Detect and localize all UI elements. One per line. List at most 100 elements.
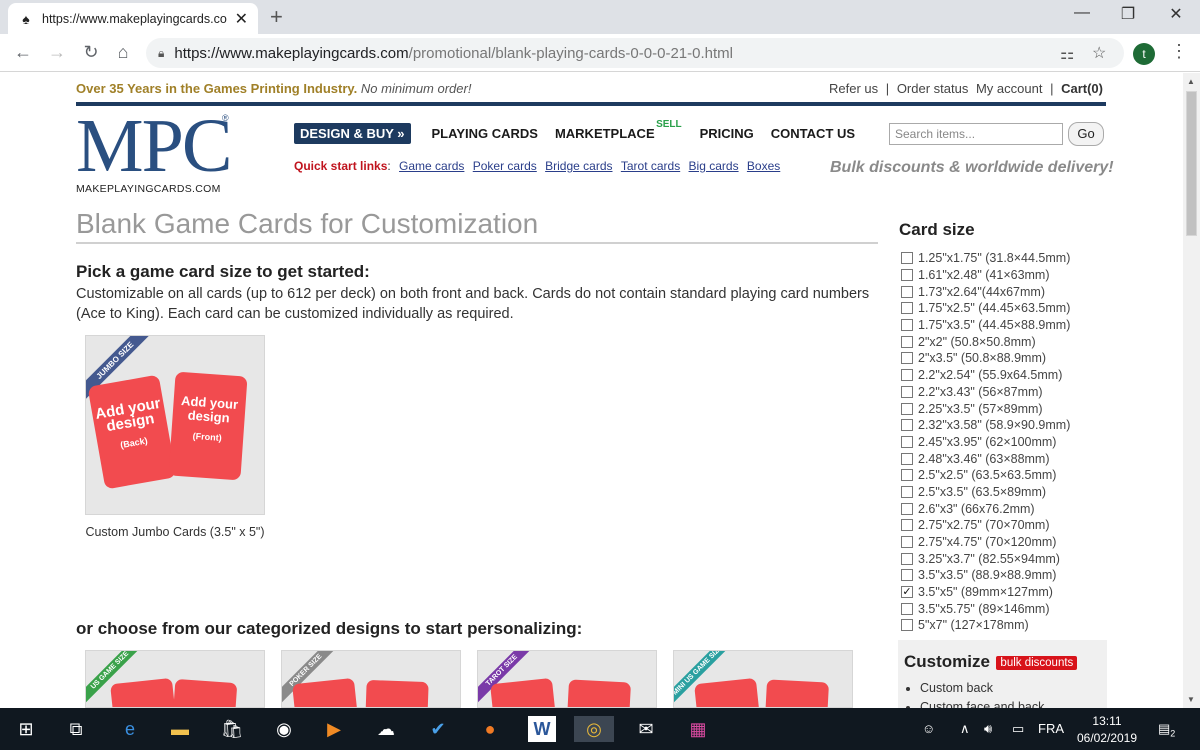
back-icon[interactable]: ← — [12, 42, 34, 63]
volume-icon[interactable]: 🔊︎ — [984, 721, 992, 737]
card-size-option[interactable]: 2.48"x3.46" (63×88mm) — [901, 450, 1070, 467]
category-thumbnail[interactable]: TAROT SIZE — [477, 650, 657, 708]
card-size-option[interactable]: 1.25"x1.75" (31.8×44.5mm) — [901, 250, 1070, 267]
close-tab-icon[interactable]: ✕ — [235, 9, 248, 29]
forward-icon[interactable]: → — [46, 42, 68, 63]
customize-item-custom-back[interactable]: Custom back — [920, 679, 1101, 698]
checkbox[interactable] — [901, 319, 913, 332]
refer-us-link[interactable]: Refer us — [829, 81, 878, 96]
checkbox[interactable] — [901, 369, 913, 382]
new-tab-button[interactable]: + — [270, 4, 283, 30]
card-size-option[interactable]: 2.75"x4.75" (70×120mm) — [901, 534, 1070, 551]
card-size-option[interactable]: 2.6"x3" (66x76.2mm) — [901, 500, 1070, 517]
address-bar[interactable]: 🔒︎ https://www.makeplayingcards.com/prom… — [146, 38, 1124, 68]
checkbox[interactable] — [901, 452, 913, 465]
restore-icon[interactable]: ❐ — [1108, 4, 1148, 24]
store-icon[interactable]: 🛍︎ — [218, 716, 246, 742]
checkbox[interactable] — [901, 402, 913, 415]
page-scrollbar[interactable]: ▲ ▼ — [1183, 73, 1200, 708]
card-size-option[interactable]: 1.61"x2.48" (41×63mm) — [901, 267, 1070, 284]
checkbox[interactable] — [901, 252, 913, 265]
checkbox[interactable] — [901, 385, 913, 398]
quick-link-poker-cards[interactable]: Poker cards — [473, 159, 537, 173]
checkbox[interactable] — [901, 502, 913, 515]
checkbox[interactable] — [901, 419, 913, 432]
card-size-option[interactable]: 2.45"x3.95" (62×100mm) — [901, 434, 1070, 451]
menu-icon[interactable]: ⋮ — [1170, 41, 1188, 62]
nav-marketplace[interactable]: MARKETPLACE SELL — [555, 119, 682, 141]
edge-icon[interactable]: e — [116, 716, 144, 742]
checkbox[interactable] — [901, 335, 913, 348]
card-size-option[interactable]: 2.32"x3.58" (58.9×90.9mm) — [901, 417, 1070, 434]
nav-contact[interactable]: CONTACT US — [771, 126, 855, 141]
bookmark-star-icon[interactable]: ☆ — [1092, 43, 1106, 63]
notifications-icon[interactable]: ▤2 — [1158, 721, 1175, 739]
jumbo-cards-image[interactable]: JUMBO SIZE Add your design (Back) Add yo… — [85, 335, 265, 515]
card-size-option[interactable]: 2.2"x3.43" (56×87mm) — [901, 384, 1070, 401]
tray-chevron-icon[interactable]: ∧ — [960, 721, 970, 737]
minimize-icon[interactable]: — — [1062, 4, 1102, 22]
card-size-option[interactable]: 3.5"x5.75" (89×146mm) — [901, 600, 1070, 617]
card-size-option[interactable]: ✓ 3.5"x5" (89mm×127mm) — [901, 584, 1070, 601]
media-player-icon[interactable]: ▶ — [320, 716, 348, 742]
card-size-option[interactable]: 2.25"x3.5" (57×89mm) — [901, 400, 1070, 417]
checkbox[interactable] — [901, 602, 913, 615]
card-size-option[interactable]: 2.2"x2.54" (55.9x64.5mm) — [901, 367, 1070, 384]
card-size-option[interactable]: 2.5"x2.5" (63.5×63.5mm) — [901, 467, 1070, 484]
mpc-logo[interactable]: MPC MAKEPLAYINGCARDS.COM ® — [76, 108, 236, 195]
scroll-up-icon[interactable]: ▲ — [1187, 77, 1195, 86]
design-buy-button[interactable]: DESIGN & BUY » — [294, 123, 411, 144]
card-size-option[interactable]: 3.25"x3.7" (82.55×94mm) — [901, 550, 1070, 567]
language-indicator[interactable]: FRA — [1038, 721, 1064, 736]
quick-link-tarot-cards[interactable]: Tarot cards — [621, 159, 680, 173]
customize-item-custom-face-back[interactable]: Custom face and back — [920, 698, 1101, 708]
profile-avatar[interactable]: t — [1133, 43, 1155, 65]
card-size-option[interactable]: 1.73"x2.64"(44x67mm) — [901, 283, 1070, 300]
quick-link-big-cards[interactable]: Big cards — [689, 159, 739, 173]
card-size-option[interactable]: 2.5"x3.5" (63.5×89mm) — [901, 484, 1070, 501]
order-status-link[interactable]: Order status — [897, 81, 969, 96]
checkbox[interactable] — [901, 485, 913, 498]
checkbox[interactable] — [901, 552, 913, 565]
card-size-option[interactable]: 1.75"x2.5" (44.45×63.5mm) — [901, 300, 1070, 317]
quick-link-bridge-cards[interactable]: Bridge cards — [545, 159, 612, 173]
card-size-option[interactable]: 2"x2" (50.8×50.8mm) — [901, 333, 1070, 350]
translate-icon[interactable]: ⚏ — [1060, 44, 1074, 64]
photos-icon[interactable]: ☁ — [372, 716, 400, 742]
scroll-thumb[interactable] — [1186, 91, 1197, 236]
checkbox[interactable] — [901, 519, 913, 532]
checkbox[interactable] — [901, 435, 913, 448]
card-size-option[interactable]: 2.75"x2.75" (70×70mm) — [901, 517, 1070, 534]
search-input[interactable]: Search items... — [889, 123, 1063, 145]
product-caption-link[interactable]: Custom Jumbo Cards (3.5" x 5") — [85, 522, 265, 543]
movie-maker-icon[interactable]: ▦ — [684, 716, 712, 742]
quick-link-game-cards[interactable]: Game cards — [399, 159, 464, 173]
card-size-option[interactable]: 1.75"x3.5" (44.45×88.9mm) — [901, 317, 1070, 334]
task-view-icon[interactable]: ⧉ — [62, 716, 90, 742]
checkbox[interactable] — [901, 569, 913, 582]
windows-start-icon[interactable]: ⊞ — [12, 716, 40, 742]
card-size-option[interactable]: 2"x3.5" (50.8×88.9mm) — [901, 350, 1070, 367]
checkbox[interactable] — [901, 536, 913, 549]
cart-link[interactable]: Cart(0) — [1061, 81, 1103, 96]
my-account-link[interactable]: My account — [976, 81, 1042, 96]
home-icon[interactable]: ⌂ — [112, 42, 134, 63]
nav-pricing[interactable]: PRICING — [700, 126, 754, 141]
checkbox[interactable] — [901, 285, 913, 298]
card-size-option[interactable]: 5"x7" (127×178mm) — [901, 617, 1070, 634]
nav-playing-cards[interactable]: PLAYING CARDS — [432, 126, 538, 141]
quick-link-boxes[interactable]: Boxes — [747, 159, 780, 173]
system-clock[interactable]: 13:11 06/02/2019 — [1072, 713, 1142, 747]
scroll-down-icon[interactable]: ▼ — [1187, 695, 1195, 704]
category-thumbnail[interactable]: MINI US GAME SIZE — [673, 650, 853, 708]
browser-tab[interactable]: ♠ https://www.makeplayingcards.co ✕ — [8, 3, 258, 34]
category-thumbnail[interactable]: US GAME SIZE — [85, 650, 265, 708]
firefox-icon[interactable]: ● — [476, 716, 504, 742]
card-size-option[interactable]: 3.5"x3.5" (88.9×88.9mm) — [901, 567, 1070, 584]
checkbox[interactable] — [901, 302, 913, 315]
checkbox[interactable] — [901, 619, 913, 632]
category-thumbnail[interactable]: POKER SIZE — [281, 650, 461, 708]
file-explorer-icon[interactable]: ▬ — [166, 716, 194, 742]
people-icon[interactable]: ☺ — [922, 721, 935, 736]
checkbox[interactable] — [901, 352, 913, 365]
